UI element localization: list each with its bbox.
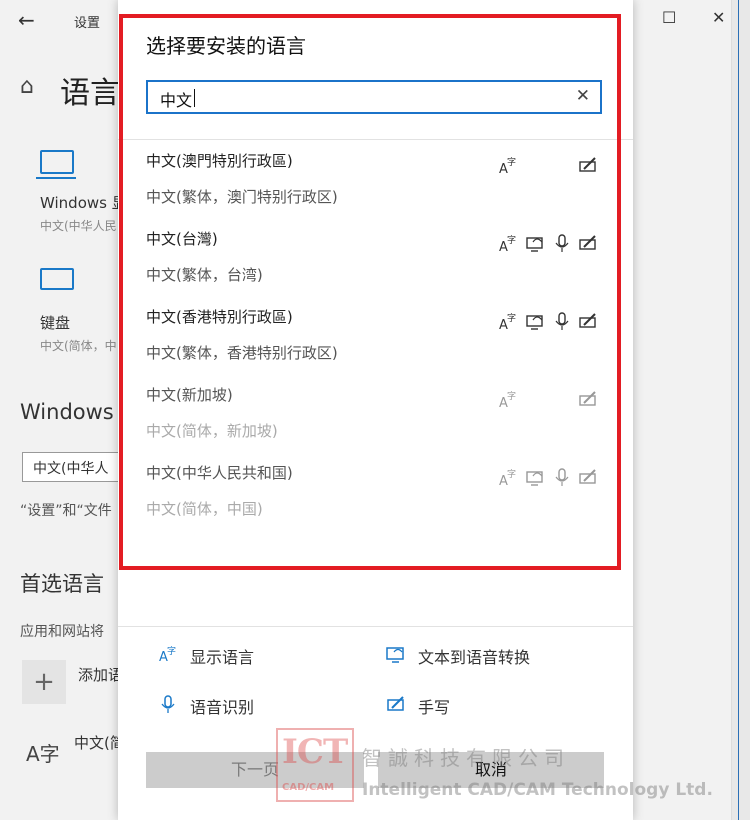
svg-text:字: 字: [167, 645, 176, 657]
language-icon: A字: [26, 742, 60, 766]
legend-text-to-speech-label: 文本到语音转换: [418, 648, 531, 667]
language-sub: 中文(繁体，澳门特别行政区): [146, 188, 338, 206]
language-sub: 中文(繁体，香港特别行政区): [146, 344, 338, 362]
language-list-item[interactable]: 中文(澳門特別行政區) 中文(繁体，澳门特别行政区) A 字: [146, 150, 606, 226]
language-list-item[interactable]: 中文(中华人民共和国) 中文(简体，中国) A 字: [146, 462, 606, 538]
keyboard-sub: 中文(简体，中: [40, 339, 117, 353]
display-language-icon: A字: [498, 233, 518, 255]
language-list-item[interactable]: 中文(香港特別行政區) 中文(繁体，香港特别行政区) A 字: [146, 306, 606, 382]
page-title: 语言: [60, 76, 120, 111]
svg-text:字: 字: [507, 390, 516, 402]
keyboard-icon: [40, 268, 74, 290]
cancel-button[interactable]: 取消: [378, 752, 604, 788]
dialog-title: 选择要安装的语言: [146, 34, 306, 58]
divider: [118, 139, 633, 140]
search-input[interactable]: 中文 ✕: [146, 80, 602, 114]
window-edge: [731, 0, 750, 820]
handwriting-icon: [578, 233, 598, 253]
legend-speech-recognition-label: 语音识别: [190, 698, 255, 717]
speech-recognition-icon: [552, 311, 572, 331]
handwriting-icon: [578, 467, 598, 487]
windows-display-label[interactable]: Windows 显: [40, 192, 127, 213]
back-arrow-icon[interactable]: ←: [18, 8, 35, 32]
display-language-icon: A字: [498, 311, 518, 333]
svg-text:字: 字: [507, 234, 516, 246]
add-language-button[interactable]: +: [22, 660, 66, 704]
text-to-speech-icon: [386, 647, 404, 663]
speech-recognition-icon: [552, 233, 572, 253]
svg-text:字: 字: [507, 468, 516, 480]
search-value: 中文: [160, 91, 193, 110]
language-name: 中文(台灣): [146, 230, 218, 248]
handwriting-icon: [578, 311, 598, 331]
speech-recognition-icon: [161, 695, 175, 713]
legend-display-language-label: 显示语言: [190, 648, 255, 667]
display-language-icon: A字: [498, 155, 518, 177]
windows-display-sub: 中文(中华人民: [40, 219, 117, 233]
settings-note: “设置”和“文件: [20, 503, 112, 519]
settings-title: 设置: [74, 16, 101, 31]
language-name: 中文(澳門特別行政區): [146, 152, 293, 170]
language-name: 中文(香港特別行政區): [146, 308, 293, 326]
language-name: 中文(新加坡): [146, 386, 233, 404]
close-window-icon[interactable]: ✕: [712, 8, 725, 27]
legend-handwriting-label: 手写: [418, 698, 451, 717]
display-language-icon: A 字: [159, 645, 176, 664]
language-sub: 中文(繁体，台湾): [146, 266, 263, 284]
svg-text:字: 字: [507, 312, 516, 324]
language-sub: 中文(简体，中国): [146, 500, 263, 518]
text-to-speech-icon: [526, 311, 546, 331]
language-sub: 中文(简体，新加坡): [146, 422, 278, 440]
handwriting-icon: [387, 696, 404, 711]
handwriting-icon: [578, 389, 598, 409]
select-language-dialog: 选择要安装的语言 中文 ✕ 中文(澳門特別行政區) 中文(繁体，澳门特别行政区) A…: [118, 0, 633, 820]
text-to-speech-icon: [526, 467, 546, 487]
next-button[interactable]: 下一页: [146, 752, 364, 788]
speech-recognition-icon: [552, 467, 572, 487]
preferred-languages-heading: 首选语言: [20, 572, 104, 596]
clear-search-icon[interactable]: ✕: [576, 86, 590, 106]
display-language-icon: A字: [498, 467, 518, 489]
home-icon[interactable]: ⌂: [20, 74, 34, 99]
language-list-item[interactable]: 中文(台灣) 中文(繁体，台湾) A 字: [146, 228, 606, 304]
svg-text:字: 字: [507, 156, 516, 168]
add-language-label[interactable]: 添加语: [78, 664, 123, 685]
handwriting-icon: [578, 155, 598, 175]
text-caret: [194, 89, 195, 107]
divider: [118, 626, 633, 627]
language-name: 中文(中华人民共和国): [146, 464, 293, 482]
preferred-desc: 应用和网站将: [20, 624, 104, 640]
display-language-icon: A字: [498, 389, 518, 411]
keyboard-label[interactable]: 键盘: [40, 312, 70, 333]
language-list-item[interactable]: 中文(新加坡) 中文(简体，新加坡) A 字: [146, 384, 606, 460]
windows-section-heading: Windows: [20, 400, 114, 424]
maximize-icon[interactable]: ☐: [662, 8, 676, 27]
laptop-icon: [36, 150, 76, 179]
text-to-speech-icon: [526, 233, 546, 253]
display-language-select[interactable]: 中文(中华人: [22, 452, 122, 482]
